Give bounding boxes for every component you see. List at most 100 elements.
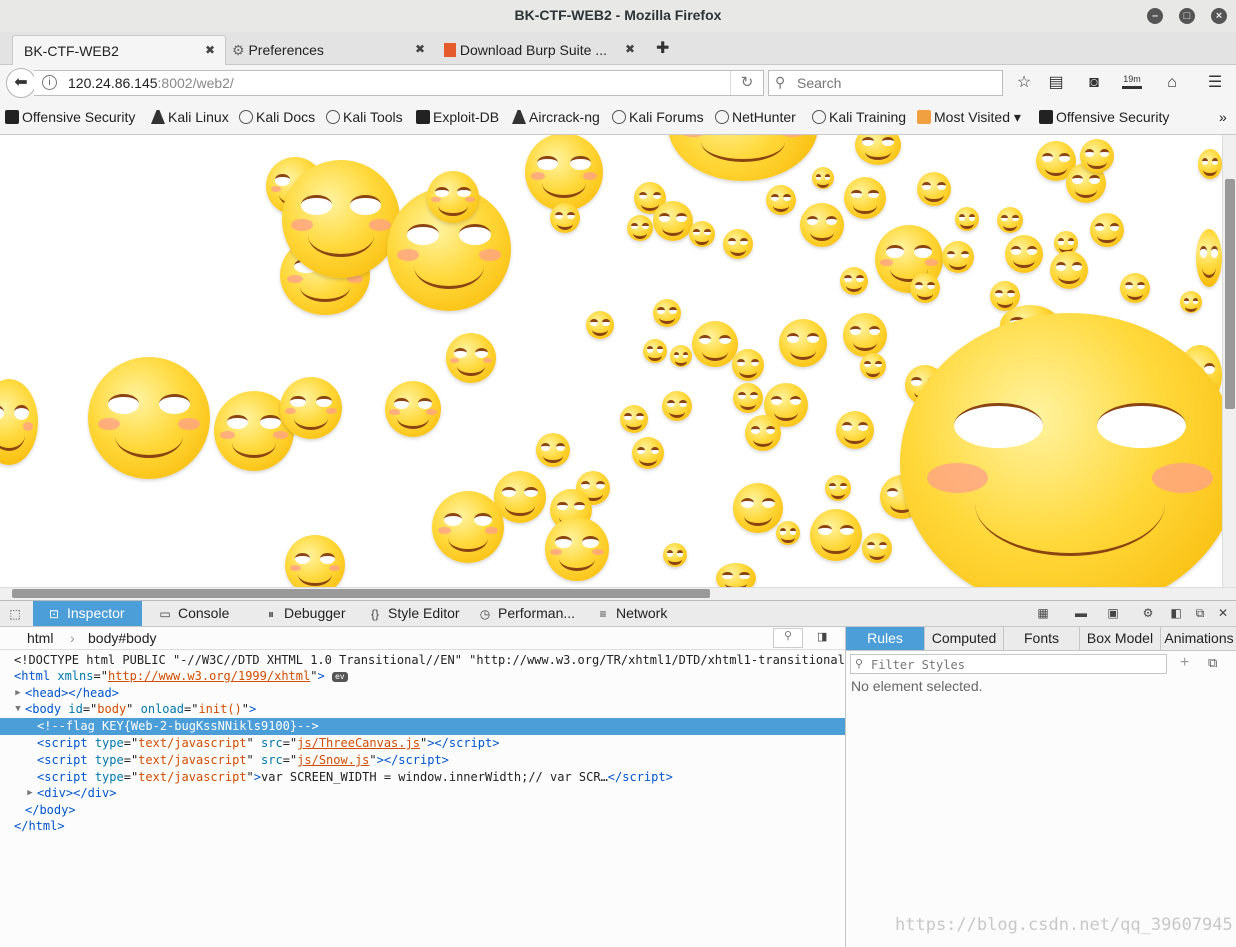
- close-devtools-icon[interactable]: ✕: [1216, 606, 1230, 620]
- reload-icon[interactable]: ↻: [730, 71, 763, 95]
- emoji-image: [653, 299, 681, 327]
- tab-performance[interactable]: ◷ Performan...: [478, 601, 575, 626]
- close-window-icon[interactable]: ×: [1211, 8, 1227, 24]
- bookmarks-overflow-icon[interactable]: »: [1219, 109, 1227, 125]
- scrollbar-thumb[interactable]: [1225, 179, 1235, 409]
- responsive-mode-icon[interactable]: ▣: [1106, 606, 1120, 620]
- url-bar[interactable]: i 120.24.86.145:8002/web2/ ↻: [34, 70, 764, 96]
- emoji-image: [88, 357, 210, 479]
- emoji-image: [1198, 149, 1222, 179]
- emoji-image: [1196, 229, 1222, 287]
- emoji-image: [285, 535, 345, 587]
- markup-line-script-inline[interactable]: <script type="text/javascript">var SCREE…: [0, 769, 845, 786]
- tab-animations[interactable]: Animations: [1161, 627, 1236, 650]
- markup-line-html[interactable]: <html xmlns="http://www.w3.org/1999/xhtm…: [0, 668, 845, 685]
- tab-download-burp[interactable]: Download Burp Suite ... ✖: [440, 35, 640, 64]
- expand-triangle-icon[interactable]: ▶: [13, 685, 23, 702]
- dragon-icon: [151, 110, 165, 124]
- tab-debugger[interactable]: ⏸ Debugger: [264, 601, 346, 626]
- bookmark-kali-linux[interactable]: Kali Linux: [151, 109, 229, 125]
- tab-console[interactable]: ▭ Console: [158, 601, 229, 626]
- tab-style-editor[interactable]: {} Style Editor: [368, 601, 460, 626]
- emoji-image: [643, 339, 667, 363]
- tab-fonts[interactable]: Fonts: [1004, 627, 1080, 650]
- bookmark-offensive-security[interactable]: Offensive Security: [5, 109, 135, 125]
- breadcrumb-body[interactable]: body#body: [88, 630, 157, 646]
- markup-line-div[interactable]: ▶ <div></div>: [0, 785, 845, 802]
- kali-icon: [416, 110, 430, 124]
- settings-gear-icon[interactable]: ⚙: [1141, 606, 1155, 620]
- reading-list-icon[interactable]: ▤: [1045, 72, 1067, 94]
- tab-computed[interactable]: Computed: [925, 627, 1004, 650]
- element-picker-icon[interactable]: ⬚: [8, 601, 28, 626]
- bookmark-most-visited[interactable]: Most Visited ▾: [917, 109, 1021, 126]
- dock-side-icon[interactable]: ◧: [1169, 606, 1183, 620]
- markup-search-icon[interactable]: ⚲: [773, 628, 803, 648]
- emoji-image: [776, 521, 800, 545]
- close-tab-icon[interactable]: ✖: [625, 42, 635, 56]
- filter-styles-box[interactable]: ⚲: [850, 654, 1167, 674]
- tab-rules[interactable]: Rules: [846, 627, 925, 650]
- collapse-triangle-icon[interactable]: ▼: [13, 701, 23, 718]
- emoji-image: [662, 391, 692, 421]
- search-input[interactable]: [795, 73, 999, 93]
- bookmark-offensive-security-2[interactable]: Offensive Security: [1039, 109, 1169, 125]
- undock-icon[interactable]: ⧉: [1193, 606, 1207, 620]
- tab-network[interactable]: ≡ Network: [596, 601, 667, 626]
- markup-line-head[interactable]: ▶ <head></head>: [0, 685, 845, 702]
- back-button[interactable]: ⬅: [6, 68, 36, 98]
- markup-line-body-close[interactable]: </body>: [0, 802, 845, 819]
- bookmark-kali-tools[interactable]: Kali Tools: [326, 109, 403, 125]
- emoji-image: [427, 171, 479, 223]
- home-icon[interactable]: ⌂: [1161, 72, 1183, 94]
- filter-styles-input[interactable]: [869, 656, 1163, 673]
- emoji-image: [620, 405, 648, 433]
- expand-triangle-icon[interactable]: ▶: [25, 785, 35, 802]
- bookmark-kali-forums[interactable]: Kali Forums: [612, 109, 704, 125]
- event-badge[interactable]: ev: [331, 672, 348, 682]
- markup-line-body[interactable]: ▼ <body id="body" onload="init()">: [0, 701, 845, 718]
- scrollbar-thumb[interactable]: [12, 589, 710, 598]
- tab-box-model[interactable]: Box Model: [1080, 627, 1161, 650]
- markup-line-doctype[interactable]: <!DOCTYPE html PUBLIC "-//W3C//DTD XHTML…: [0, 652, 888, 669]
- markup-line-script-snow[interactable]: <script type="text/javascript" src="js/S…: [0, 752, 845, 769]
- bookmark-kali-training[interactable]: Kali Training: [812, 109, 906, 125]
- split-console-icon[interactable]: ▬: [1074, 606, 1088, 620]
- markup-line-html-close[interactable]: </html>: [0, 818, 845, 835]
- maximize-icon[interactable]: □: [1179, 8, 1195, 24]
- split-layout-icon[interactable]: ▦: [1036, 606, 1050, 620]
- toggle-sidebar-icon[interactable]: ◨: [817, 630, 827, 643]
- tab-bk-ctf-web2[interactable]: BK-CTF-WEB2 ✖: [12, 35, 226, 65]
- new-tab-button[interactable]: ✚: [656, 38, 669, 58]
- markup-view: <!DOCTYPE html PUBLIC "-//W3C//DTD XHTML…: [0, 650, 888, 947]
- bookmark-aircrack-ng[interactable]: Aircrack-ng: [512, 109, 600, 125]
- minimize-icon[interactable]: –: [1147, 8, 1163, 24]
- page-horizontal-scrollbar[interactable]: [0, 587, 1236, 600]
- emoji-image: [627, 215, 653, 241]
- downloads-button[interactable]: 19m: [1121, 72, 1143, 94]
- emoji-image: [860, 353, 886, 379]
- markup-line-script-threecanvas[interactable]: <script type="text/javascript" src="js/T…: [0, 735, 845, 752]
- close-tab-icon[interactable]: ✖: [415, 42, 425, 56]
- emoji-image: [917, 172, 951, 206]
- tab-strip: BK-CTF-WEB2 ✖ ⚙ Preferences ✖ Download B…: [0, 32, 1236, 65]
- emoji-image: [844, 177, 886, 219]
- bookmark-star-icon[interactable]: ☆: [1013, 72, 1035, 94]
- tab-inspector[interactable]: ⊡ Inspector: [33, 601, 142, 626]
- add-rule-icon[interactable]: +: [1180, 654, 1189, 672]
- hamburger-menu-icon[interactable]: ☰: [1204, 72, 1226, 94]
- tab-preferences[interactable]: ⚙ Preferences ✖: [230, 35, 430, 64]
- bookmark-exploit-db[interactable]: Exploit-DB: [416, 109, 499, 125]
- bookmark-nethunter[interactable]: NetHunter: [715, 109, 796, 125]
- page-vertical-scrollbar[interactable]: [1222, 135, 1236, 587]
- navigation-toolbar: ⬅ i 120.24.86.145:8002/web2/ ↻ ⚲ ☆ ▤ ◙ 1…: [0, 65, 1236, 101]
- close-tab-icon[interactable]: ✖: [205, 43, 215, 57]
- breadcrumb-html[interactable]: html: [27, 630, 53, 646]
- search-bar[interactable]: ⚲: [768, 70, 1003, 96]
- bookmark-kali-docs[interactable]: Kali Docs: [239, 109, 315, 125]
- folder-icon: [917, 110, 931, 124]
- pocket-icon[interactable]: ◙: [1083, 72, 1105, 94]
- info-icon[interactable]: i: [42, 75, 57, 90]
- markup-line-flag-comment[interactable]: <!--flag KEY{Web-2-bugKssNNikls9100}-->: [0, 718, 845, 735]
- toggle-pseudo-classes-icon[interactable]: ⧉: [1208, 655, 1217, 671]
